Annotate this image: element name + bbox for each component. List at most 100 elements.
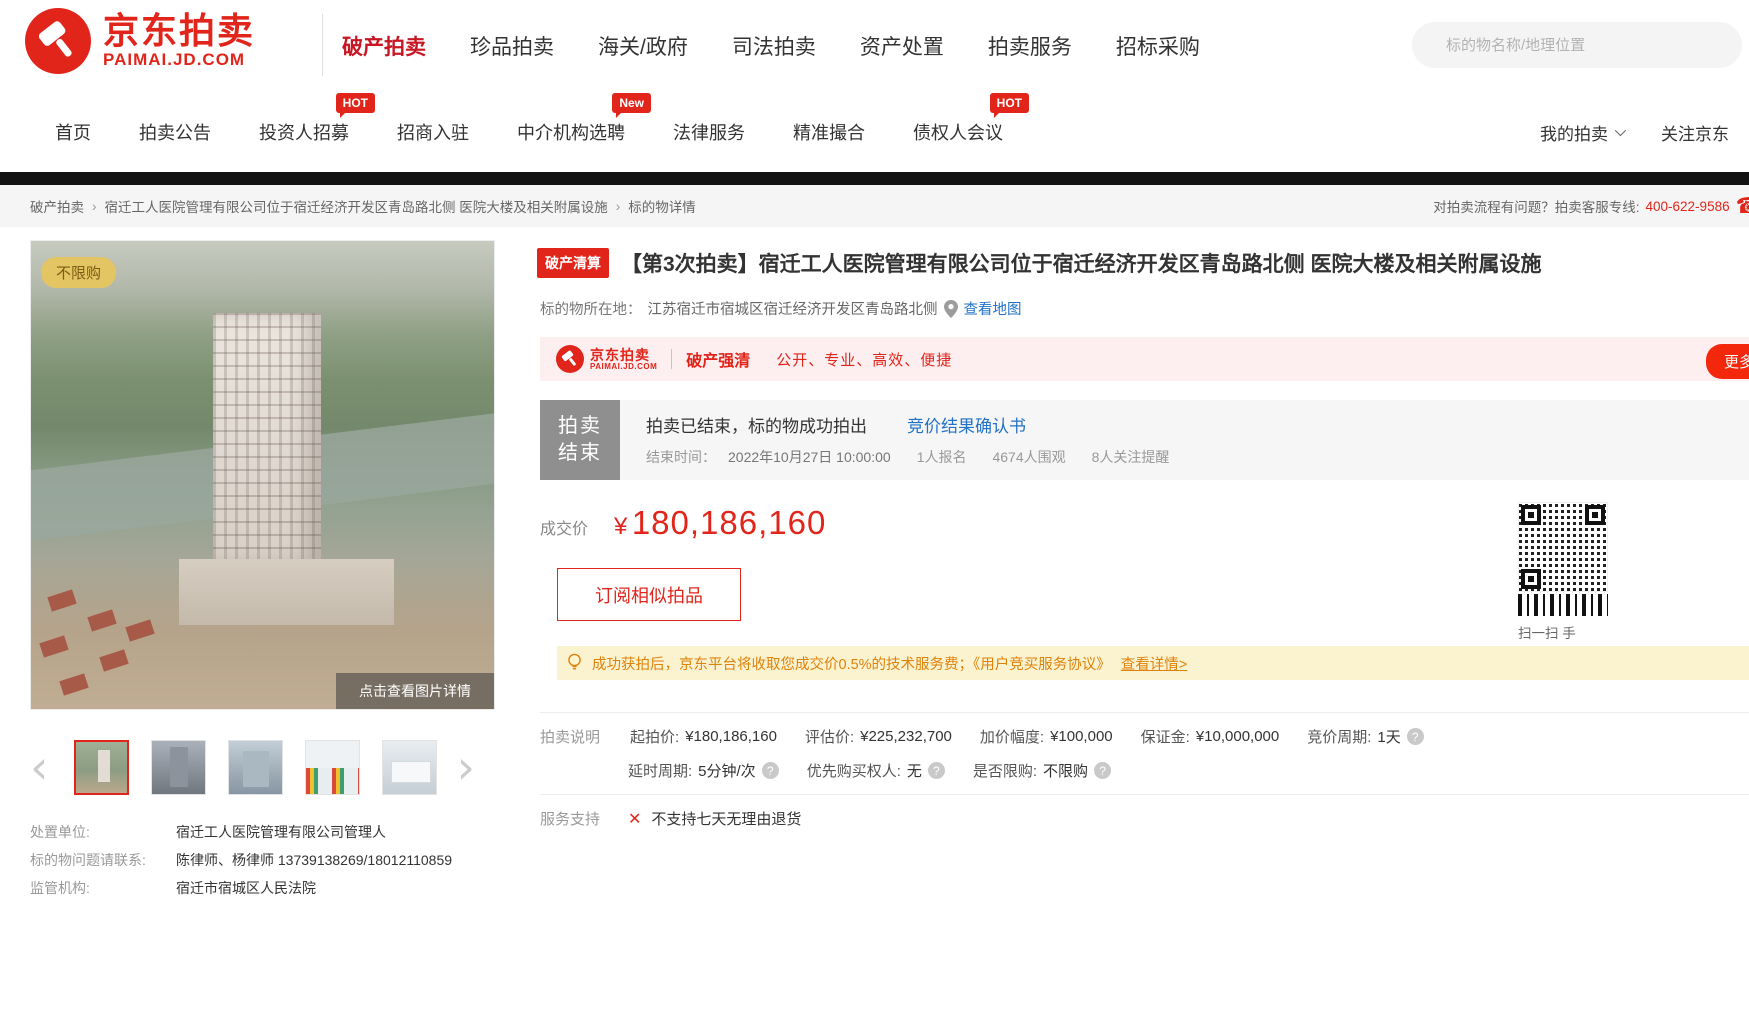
listing-title: 【第3次拍卖】宿迁工人医院管理有限公司位于宿迁经济开发区青岛路北侧 医院大楼及相… xyxy=(621,248,1542,278)
priority-buyer-label: 优先购买权人: xyxy=(807,760,901,781)
thumbnail[interactable] xyxy=(305,740,360,795)
hot-badge: HOT xyxy=(990,93,1029,113)
auction-status: 拍卖 结束 拍卖已结束，标的物成功拍出 竞价结果确认书 结束时间： 2022年1… xyxy=(540,400,1749,480)
help-icon[interactable]: ? xyxy=(1407,728,1424,745)
brand-name: 京东拍卖 xyxy=(103,12,255,50)
contact-label: 标的物问题请联系: xyxy=(30,846,176,874)
qr-code xyxy=(1518,502,1608,592)
service-hotline: 对拍卖流程有问题？拍卖客服专线: 400-622-9586 ☎ xyxy=(1433,185,1749,227)
breadcrumb: 破产拍卖 › 宿迁工人医院管理有限公司位于宿迁经济开发区青岛路北侧 医院大楼及相… xyxy=(30,185,696,227)
appraisal-price-value: ¥225,232,700 xyxy=(860,728,952,745)
help-icon[interactable]: ? xyxy=(928,762,945,779)
location-label: 标的物所在地： xyxy=(540,298,642,319)
new-badge: New xyxy=(612,93,651,113)
service-support-label: 服务支持 xyxy=(540,808,600,829)
notice-text: 成功获拍后，京东平台将收取您成交价0.5%的技术服务费；《用户竞买服务协议》 xyxy=(592,653,1111,674)
sub-nav-item-creditors[interactable]: 债权人会议 HOT xyxy=(913,119,1003,145)
my-auction-dropdown[interactable]: 我的拍卖 xyxy=(1540,120,1623,145)
view-image-detail-overlay[interactable]: 点击查看图片详情 xyxy=(336,673,494,709)
jd-gavel-icon xyxy=(556,345,584,373)
purchase-limit-value: 不限购 xyxy=(1043,760,1088,781)
view-map-link[interactable]: 查看地图 xyxy=(964,298,1022,319)
priority-buyer-value: 无 xyxy=(907,760,922,781)
search-input[interactable] xyxy=(1412,22,1742,68)
location-value: 江苏宿迁市宿城区宿迁经济开发区青岛路北侧 xyxy=(648,298,938,319)
params-section-label: 拍卖说明 xyxy=(540,726,600,747)
banner-tag: 破产强清 xyxy=(686,347,750,371)
top-nav-item-bankruptcy[interactable]: 破产拍卖 xyxy=(342,31,426,61)
sub-nav-item-investors[interactable]: 投资人招募 HOT xyxy=(259,119,349,145)
title-row: 破产清算 【第3次拍卖】宿迁工人医院管理有限公司位于宿迁经济开发区青岛路北侧 医… xyxy=(537,248,1542,278)
jd-gavel-icon xyxy=(25,8,91,74)
header: 京东拍卖 PAIMAI.JD.COM 破产拍卖 珍品拍卖 海关/政府 司法拍卖 … xyxy=(0,0,1749,92)
top-nav-item-services[interactable]: 拍卖服务 xyxy=(988,31,1072,61)
sub-nav-item-merchants[interactable]: 招商入驻 xyxy=(397,119,469,145)
breadcrumb-bar: 破产拍卖 › 宿迁工人医院管理有限公司位于宿迁经济开发区青岛路北侧 医院大楼及相… xyxy=(0,185,1749,227)
map-pin-icon xyxy=(944,300,958,318)
divider xyxy=(540,712,1749,713)
prev-thumbnail-button[interactable]: ‹ xyxy=(30,739,60,795)
more-button[interactable]: 更多 xyxy=(1706,344,1749,379)
breadcrumb-separator: › xyxy=(92,199,97,214)
disposal-unit-label: 处置单位: xyxy=(30,818,176,846)
help-icon[interactable]: ? xyxy=(762,762,779,779)
top-nav-item-treasure[interactable]: 珍品拍卖 xyxy=(470,31,554,61)
jd-paimai-logo[interactable]: 京东拍卖 PAIMAI.JD.COM xyxy=(25,8,255,74)
top-nav-item-assets[interactable]: 资产处置 xyxy=(860,31,944,61)
header-divider-bar xyxy=(0,172,1749,185)
thumbnail[interactable] xyxy=(74,740,129,795)
contact-value: 陈律师、杨律师 13739138269/18012110859 xyxy=(176,846,452,874)
lightbulb-icon xyxy=(567,653,582,673)
top-nav-item-customs[interactable]: 海关/政府 xyxy=(598,31,688,61)
sub-nav-item-legal[interactable]: 法律服务 xyxy=(673,119,745,145)
final-price-value: 180,186,160 xyxy=(632,504,827,541)
sub-nav: 首页 拍卖公告 投资人招募 HOT 招商入驻 中介机构选聘 New 法律服务 精… xyxy=(55,92,1003,172)
currency-symbol: ¥ xyxy=(614,513,627,540)
photo-podium-shape xyxy=(179,559,394,631)
breadcrumb-item-listing[interactable]: 宿迁工人医院管理有限公司位于宿迁经济开发区青岛路北侧 医院大楼及相关附属设施 xyxy=(105,196,608,216)
top-nav-item-bidding[interactable]: 招标采购 xyxy=(1116,31,1200,61)
thumbnail[interactable] xyxy=(151,740,206,795)
chevron-down-icon xyxy=(1615,125,1626,136)
sub-nav-item-home[interactable]: 首页 xyxy=(55,119,91,145)
auction-ended-badge: 拍卖 结束 xyxy=(540,400,620,480)
sub-nav-item-agency[interactable]: 中介机构选聘 New xyxy=(517,119,625,145)
seller-info: 处置单位: 宿迁工人医院管理有限公司管理人 标的物问题请联系: 陈律师、杨律师 … xyxy=(30,818,495,902)
photo-building-shape xyxy=(213,313,321,565)
phone-icon: ☎ xyxy=(1736,195,1749,217)
thumbnail[interactable] xyxy=(382,740,437,795)
end-time-label: 结束时间： xyxy=(646,447,716,467)
location-row: 标的物所在地： 江苏宿迁市宿城区宿迁经济开发区青岛路北侧 查看地图 xyxy=(540,298,1022,319)
thumbnail-strip: ‹ › xyxy=(30,737,495,797)
auction-params-row2: 延时周期: 5分钟/次 ? 优先购买权人: 无 ? 是否限购: 不限购 ? xyxy=(540,760,1111,781)
top-nav-item-judicial[interactable]: 司法拍卖 xyxy=(732,31,816,61)
sub-nav-item-matching[interactable]: 精准撮合 xyxy=(793,119,865,145)
sub-header: 首页 拍卖公告 投资人招募 HOT 招商入驻 中介机构选聘 New 法律服务 精… xyxy=(0,92,1749,172)
enrolled-count: 1人报名 xyxy=(917,447,967,467)
increment-label: 加价幅度: xyxy=(980,726,1044,747)
follow-jd-link[interactable]: 关注京东 xyxy=(1661,120,1729,145)
watcher-count: 4674人围观 xyxy=(992,447,1065,467)
start-price-value: ¥180,186,160 xyxy=(685,728,777,745)
divider xyxy=(540,794,1749,795)
listing-photo[interactable]: 不限购 点击查看图片详情 xyxy=(30,240,495,710)
end-time-value: 2022年10月27日 10:00:00 xyxy=(728,447,891,467)
hotline-number[interactable]: 400-622-9586 xyxy=(1646,199,1730,214)
next-thumbnail-button[interactable]: › xyxy=(445,739,475,795)
top-nav: 破产拍卖 珍品拍卖 海关/政府 司法拍卖 资产处置 拍卖服务 招标采购 xyxy=(342,0,1200,92)
help-icon[interactable]: ? xyxy=(1094,762,1111,779)
thumbnail[interactable] xyxy=(228,740,283,795)
qr-code-box: 扫一扫 手 xyxy=(1518,502,1608,642)
sub-nav-item-announcements[interactable]: 拍卖公告 xyxy=(139,119,211,145)
start-price-label: 起拍价: xyxy=(630,726,679,747)
no-purchase-limit-badge: 不限购 xyxy=(41,257,116,288)
service-support-row: 服务支持 ✕ 不支持七天无理由退货 xyxy=(540,808,801,829)
banner-logo: 京东拍卖 PAIMAI.JD.COM xyxy=(556,345,657,373)
breadcrumb-item-category[interactable]: 破产拍卖 xyxy=(30,196,84,216)
notice-detail-link[interactable]: 查看详情> xyxy=(1121,653,1187,674)
bid-result-confirmation-link[interactable]: 竞价结果确认书 xyxy=(907,412,1026,437)
subscribe-similar-button[interactable]: 订阅相似拍品 xyxy=(557,568,741,621)
disposal-unit-value: 宿迁工人医院管理有限公司管理人 xyxy=(176,818,386,846)
detail-column: 破产清算 【第3次拍卖】宿迁工人医院管理有限公司位于宿迁经济开发区青岛路北侧 医… xyxy=(537,240,1749,880)
final-price-row: 成交价 ¥ 180,186,160 xyxy=(540,504,826,542)
